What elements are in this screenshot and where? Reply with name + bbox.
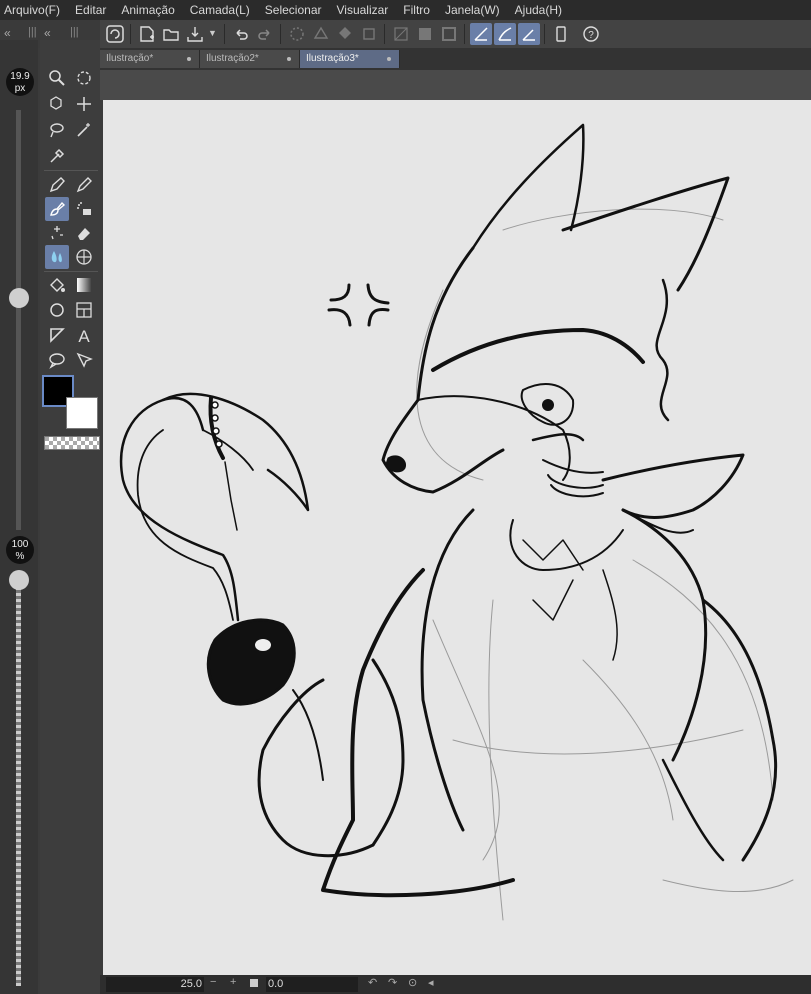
menu-selecionar[interactable]: Selecionar xyxy=(265,3,322,17)
brush-size-value: 19.9 xyxy=(10,71,30,82)
brush-size-unit: px xyxy=(14,83,26,94)
menu-visualizar[interactable]: Visualizar xyxy=(336,3,388,17)
zoom-value[interactable]: 25.0 xyxy=(162,977,204,992)
correct-line-icon[interactable] xyxy=(72,348,96,372)
pen-tool-icon[interactable] xyxy=(45,173,69,197)
zoom-tool-icon[interactable] xyxy=(45,66,69,90)
rotation-value[interactable]: 0.0 xyxy=(266,977,358,992)
brush-size-panel: 19.9 px 100 % xyxy=(0,40,38,994)
status-bar: 25.0 − + 0.0 ↶ ↷ ⊙ ◂ xyxy=(100,975,811,994)
fill-icon[interactable] xyxy=(334,23,356,45)
app-logo-icon[interactable] xyxy=(104,23,126,45)
flip-icon[interactable]: ◂ xyxy=(428,976,434,989)
menu-janela[interactable]: Janela(W) xyxy=(445,3,500,17)
zoom-in-icon[interactable]: + xyxy=(230,976,236,988)
figure-tool-icon[interactable] xyxy=(45,298,69,322)
grip-icon-2[interactable]: ||| xyxy=(70,26,79,38)
blend-tool-icon[interactable] xyxy=(45,245,69,269)
new-file-icon[interactable] xyxy=(136,23,158,45)
invert-selection-icon[interactable] xyxy=(414,23,436,45)
rotate-tool-icon[interactable] xyxy=(72,66,96,90)
reset-rotation-icon[interactable]: ⊙ xyxy=(408,976,417,989)
svg-text:?: ? xyxy=(588,30,594,41)
tab-ilustracao2[interactable]: Ilustração2* xyxy=(200,50,300,68)
move-tool-icon[interactable] xyxy=(72,92,96,116)
fit-icon[interactable] xyxy=(250,979,258,987)
close-tab-icon[interactable] xyxy=(287,57,291,61)
collapse-left-icon-2[interactable]: « xyxy=(44,26,51,40)
rotate-right-icon[interactable]: ↷ xyxy=(388,976,397,989)
brush-size-slider[interactable] xyxy=(16,110,21,530)
brush-tool-icon[interactable] xyxy=(45,197,69,221)
canvas-header-strip xyxy=(100,70,811,100)
ruler-triangle-icon[interactable] xyxy=(45,323,69,347)
grip-icon[interactable]: ||| xyxy=(28,26,37,38)
snap-special-ruler-icon[interactable] xyxy=(494,23,516,45)
sketch-artwork xyxy=(119,123,794,921)
menu-animacao[interactable]: Animação xyxy=(121,3,174,17)
tab-ilustracao[interactable]: Ilustração* xyxy=(100,50,200,68)
deselect-icon[interactable] xyxy=(390,23,412,45)
transparent-color-swatch[interactable] xyxy=(44,436,100,450)
svg-text:A: A xyxy=(78,327,90,344)
opacity-knob[interactable] xyxy=(9,570,29,590)
opacity-slider[interactable] xyxy=(16,576,21,986)
rotate-left-icon[interactable]: ↶ xyxy=(368,976,377,989)
pencil-tool-icon[interactable] xyxy=(72,173,96,197)
frame-border-icon[interactable] xyxy=(72,298,96,322)
fill-tool-icon[interactable] xyxy=(45,273,69,297)
text-tool-icon[interactable]: A xyxy=(72,323,96,347)
object-tool-icon[interactable] xyxy=(45,92,69,116)
close-tab-icon[interactable] xyxy=(387,57,391,61)
brush-size-badge: 19.9 px xyxy=(6,68,34,96)
balloon-tool-icon[interactable] xyxy=(45,348,69,372)
transform-icon[interactable] xyxy=(358,23,380,45)
menu-ajuda[interactable]: Ajuda(H) xyxy=(515,3,562,17)
eyedropper-icon[interactable] xyxy=(45,144,69,168)
lasso-tool-icon[interactable] xyxy=(45,118,69,142)
menu-arquivo[interactable]: Arquivo(F) xyxy=(4,3,60,17)
opacity-badge: 100 % xyxy=(6,536,34,564)
collapse-left-icon[interactable]: « xyxy=(4,26,11,40)
airbrush-tool-icon[interactable] xyxy=(72,197,96,221)
ruler-tool-icon[interactable] xyxy=(72,245,96,269)
opacity-unit: % xyxy=(15,551,25,562)
zoom-out-icon[interactable]: − xyxy=(210,976,216,988)
menu-camada[interactable]: Camada(L) xyxy=(190,3,250,17)
opacity-value: 100 xyxy=(11,539,29,550)
menu-bar: Arquivo(F) Editar Animação Camada(L) Sel… xyxy=(0,0,811,20)
sub-color-swatch[interactable] xyxy=(66,397,98,429)
close-tab-icon[interactable] xyxy=(187,57,191,61)
redo-icon[interactable] xyxy=(254,23,276,45)
brush-size-knob[interactable] xyxy=(9,288,29,308)
gradient-tool-icon[interactable] xyxy=(72,273,96,297)
tab-label: Ilustração* xyxy=(106,53,154,64)
tab-label: Ilustração3* xyxy=(306,53,359,64)
eraser-tool-icon[interactable] xyxy=(72,221,96,245)
command-bar: ▼ ? xyxy=(100,20,811,49)
help-icon[interactable]: ? xyxy=(580,23,602,45)
clear-icon[interactable] xyxy=(310,23,332,45)
tab-ilustracao3[interactable]: Ilustração3* xyxy=(300,50,400,68)
tool-panel: A xyxy=(40,40,100,994)
open-folder-icon[interactable] xyxy=(160,23,182,45)
document-tabs: Ilustração* Ilustração2* Ilustração3* xyxy=(100,48,811,70)
chevron-down-icon[interactable]: ▼ xyxy=(208,28,217,38)
magic-wand-icon[interactable] xyxy=(72,118,96,142)
export-icon[interactable] xyxy=(184,23,206,45)
drawing-canvas[interactable] xyxy=(103,100,811,975)
decoration-tool-icon[interactable] xyxy=(45,221,69,245)
menu-filtro[interactable]: Filtro xyxy=(403,3,430,17)
snap-ruler-icon[interactable] xyxy=(470,23,492,45)
smartphone-icon[interactable] xyxy=(550,23,572,45)
snap-grid-icon[interactable] xyxy=(518,23,540,45)
loading-icon[interactable] xyxy=(286,23,308,45)
menu-editar[interactable]: Editar xyxy=(75,3,106,17)
tab-label: Ilustração2* xyxy=(206,53,259,64)
selection-border-icon[interactable] xyxy=(438,23,460,45)
undo-icon[interactable] xyxy=(230,23,252,45)
